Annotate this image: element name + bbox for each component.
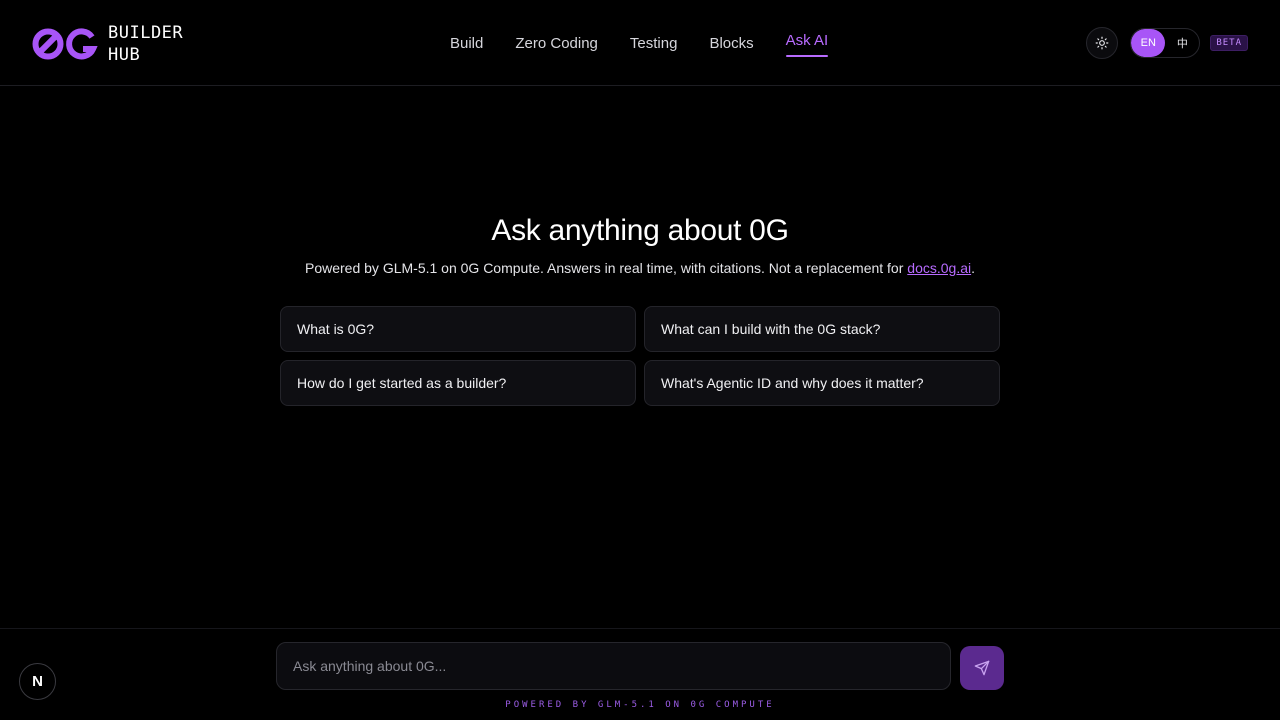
theme-toggle-button[interactable] — [1086, 27, 1119, 59]
suggestion-agentic-id[interactable]: What's Agentic ID and why does it matter… — [644, 360, 1000, 406]
main-nav: Build Zero Coding Testing Blocks Ask AI — [450, 0, 860, 86]
0g-logo-icon — [32, 28, 98, 60]
nav-build[interactable]: Build — [450, 35, 483, 52]
logo-line-2: HUB — [108, 45, 141, 65]
powered-by-caption: POWERED BY GLM-5.1 ON 0G COMPUTE — [505, 700, 775, 710]
suggestion-grid: What is 0G? What can I build with the 0G… — [280, 306, 1000, 406]
composer-bar: POWERED BY GLM-5.1 ON 0G COMPUTE — [0, 628, 1280, 720]
subtitle-text: Powered by GLM-5.1 on 0G Compute. Answer… — [305, 260, 908, 276]
logo-line-1: BUILDER — [108, 23, 184, 43]
header-controls: EN 中 BETA — [1086, 27, 1248, 59]
top-header: BUILDER HUB Build Zero Coding Testing Bl… — [0, 0, 1280, 86]
nav-blocks[interactable]: Blocks — [709, 35, 753, 52]
subtitle-period: . — [971, 260, 975, 276]
hero: Ask anything about 0G Powered by GLM-5.1… — [0, 214, 1280, 276]
beta-badge: BETA — [1210, 35, 1248, 51]
next-dev-badge[interactable]: N — [19, 663, 56, 700]
sun-icon — [1095, 36, 1109, 50]
page-title: Ask anything about 0G — [491, 214, 789, 247]
nav-testing[interactable]: Testing — [630, 35, 678, 52]
question-input[interactable] — [277, 643, 950, 689]
send-button[interactable] — [960, 646, 1004, 690]
suggestion-what-can-i-build[interactable]: What can I build with the 0G stack? — [644, 306, 1000, 352]
lang-zh-button[interactable]: 中 — [1165, 29, 1199, 57]
lang-en-button[interactable]: EN — [1131, 29, 1166, 57]
suggestion-what-is-0g[interactable]: What is 0G? — [280, 306, 636, 352]
suggestion-get-started[interactable]: How do I get started as a builder? — [280, 360, 636, 406]
nav-ask-ai[interactable]: Ask AI — [785, 32, 828, 57]
nav-zero-coding[interactable]: Zero Coding — [515, 35, 598, 52]
docs-link[interactable]: docs.0g.ai — [907, 260, 971, 276]
logo-wordmark: BUILDER HUB — [108, 22, 183, 66]
send-icon — [974, 660, 990, 676]
logo[interactable]: BUILDER HUB — [32, 22, 183, 66]
language-switcher: EN 中 — [1130, 28, 1201, 58]
question-input-wrapper — [276, 642, 951, 690]
page-subtitle: Powered by GLM-5.1 on 0G Compute. Answer… — [0, 260, 1280, 276]
